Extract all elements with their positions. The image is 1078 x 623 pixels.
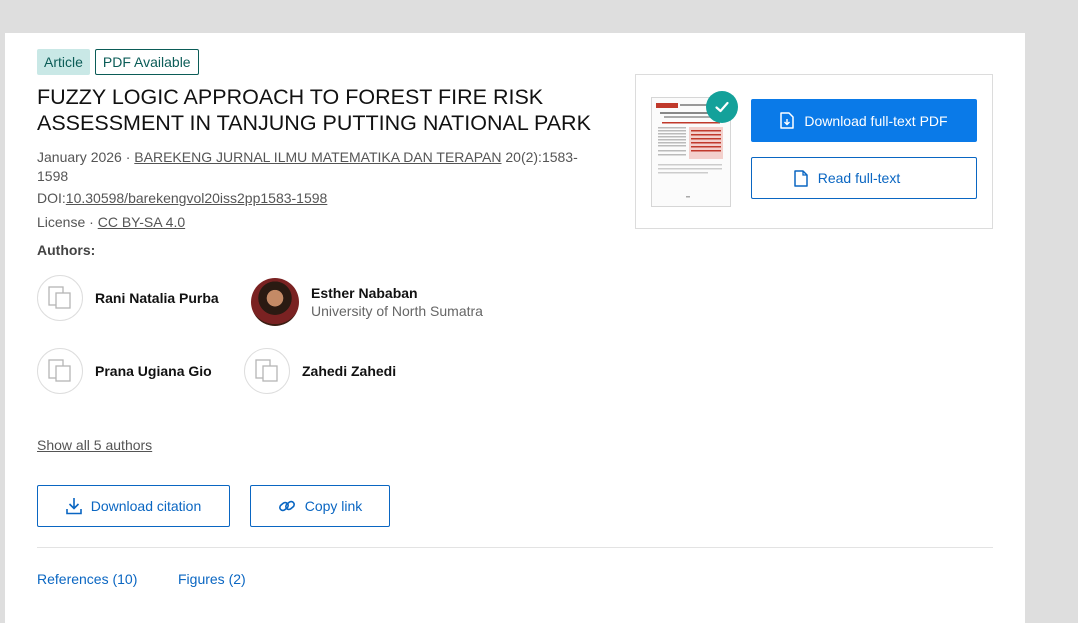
license-separator: · (89, 214, 94, 230)
tab-references[interactable]: References (10) (37, 571, 137, 587)
read-fulltext-label: Read full-text (817, 170, 901, 186)
pdf-available-badge: PDF Available (94, 49, 199, 75)
publication-card: Article PDF Available FUZZY LOGIC APPROA… (5, 33, 1025, 623)
copy-link-label: Copy link (304, 498, 363, 514)
author-item[interactable]: Esther Nababan University of North Sumat… (251, 278, 483, 326)
license-link[interactable]: CC BY-SA 4.0 (98, 214, 185, 230)
doi-row: DOI:10.30598/barekengvol20iss2pp1583-159… (37, 189, 327, 208)
author-affiliation: University of North Sumatra (311, 303, 483, 319)
avatar[interactable] (37, 275, 83, 321)
download-fulltext-pdf-label: Download full-text PDF (804, 112, 948, 129)
fulltext-panel: Download full-text PDF Read full-text (635, 74, 993, 229)
author-name[interactable]: Rani Natalia Purba (95, 290, 219, 306)
download-citation-label: Download citation (90, 498, 202, 514)
show-all-authors-link[interactable]: Show all 5 authors (37, 437, 152, 453)
download-fulltext-pdf-button[interactable]: Download full-text PDF (751, 99, 977, 142)
license-label: License (37, 214, 86, 230)
author-placeholder-icon (48, 359, 71, 382)
publication-title: FUZZY LOGIC APPROACH TO FOREST FIRE RISK… (37, 85, 591, 135)
meta-separator: · (125, 149, 131, 165)
author-placeholder-icon (255, 359, 278, 382)
publication-date: January 2026 (37, 149, 122, 165)
file-download-icon (780, 112, 795, 129)
article-badge: Article (37, 49, 90, 75)
doi-link[interactable]: 10.30598/barekengvol20iss2pp1583-1598 (66, 190, 328, 206)
copy-link-button[interactable]: Copy link (250, 485, 390, 527)
author-item[interactable]: Zahedi Zahedi (244, 348, 396, 394)
download-icon (65, 498, 82, 515)
download-citation-button[interactable]: Download citation (37, 485, 230, 527)
avatar[interactable] (37, 348, 83, 394)
doi-label: DOI: (37, 190, 66, 206)
author-item[interactable]: Prana Ugiana Gio (37, 348, 212, 394)
authors-heading: Authors: (37, 242, 96, 258)
author-name[interactable]: Zahedi Zahedi (302, 363, 396, 379)
author-item[interactable]: Rani Natalia Purba (37, 275, 219, 321)
badge-row: Article PDF Available (37, 49, 199, 75)
check-icon (706, 91, 738, 123)
publication-meta: January 2026 · BAREKENG JURNAL ILMU MATE… (37, 148, 597, 186)
avatar[interactable] (244, 348, 290, 394)
license-row: License · CC BY-SA 4.0 (37, 213, 185, 232)
author-placeholder-icon (48, 286, 71, 309)
tab-figures[interactable]: Figures (2) (178, 571, 246, 587)
divider (37, 547, 993, 548)
author-name[interactable]: Prana Ugiana Gio (95, 363, 212, 379)
file-icon (794, 169, 808, 187)
journal-link[interactable]: BAREKENG JURNAL ILMU MATEMATIKA DAN TERA… (134, 149, 501, 165)
link-icon (278, 500, 295, 512)
avatar[interactable] (251, 278, 299, 326)
author-name[interactable]: Esther Nababan (311, 285, 483, 301)
read-fulltext-button[interactable]: Read full-text (751, 157, 977, 199)
